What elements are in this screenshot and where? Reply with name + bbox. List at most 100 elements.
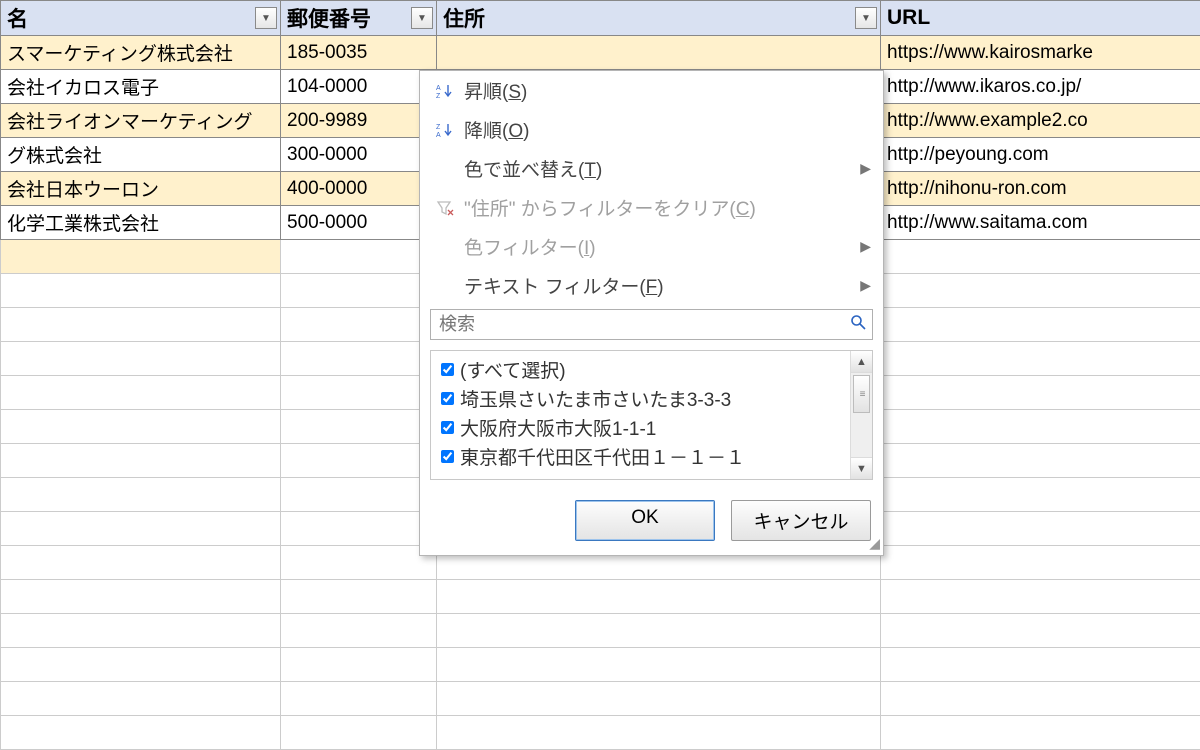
cancel-button[interactable]: キャンセル (731, 500, 871, 541)
cell-url[interactable]: http://nihonu-ron.com (881, 172, 1200, 206)
empty-cell[interactable] (1, 478, 281, 512)
filter-search-box[interactable] (430, 309, 873, 340)
empty-cell[interactable] (281, 580, 437, 614)
cell-postal[interactable]: 500-0000 (281, 206, 437, 240)
empty-cell[interactable] (281, 274, 437, 308)
empty-cell[interactable] (281, 682, 437, 716)
cell-postal[interactable]: 185-0035 (281, 36, 437, 70)
checkbox-label: 東京都千代田区千代田１－１－１ (460, 443, 745, 470)
cell-url[interactable]: http://www.ikaros.co.jp/ (881, 70, 1200, 104)
scroll-up-icon[interactable]: ▲ (851, 351, 872, 373)
cell-name[interactable]: スマーケティング株式会社 (1, 36, 281, 70)
filter-value-checkbox[interactable]: 大阪府大阪市大阪1-1-1 (437, 413, 844, 442)
empty-cell[interactable] (1, 410, 281, 444)
filter-button-postal[interactable]: ▼ (411, 7, 433, 29)
cell-postal[interactable]: 400-0000 (281, 172, 437, 206)
empty-cell[interactable] (281, 614, 437, 648)
filter-button-name[interactable]: ▼ (255, 7, 277, 29)
sort-by-color-item[interactable]: 色で並べ替え(T) ▶ (420, 149, 883, 188)
empty-cell[interactable] (281, 308, 437, 342)
empty-cell[interactable] (881, 342, 1200, 376)
empty-cell[interactable] (437, 614, 881, 648)
table-row[interactable]: スマーケティング株式会社185-0035 https://www.kairosma… (1, 36, 1200, 70)
empty-cell[interactable] (881, 410, 1200, 444)
empty-cell[interactable] (437, 648, 881, 682)
cell-url[interactable]: https://www.kairosmarke (881, 36, 1200, 70)
checkbox-label: 埼玉県さいたま市さいたま3-3-3 (460, 385, 731, 412)
empty-cell[interactable] (437, 716, 881, 750)
empty-cell[interactable] (881, 274, 1200, 308)
empty-cell[interactable] (281, 240, 437, 274)
filter-search-input[interactable] (437, 313, 850, 336)
empty-cell[interactable] (881, 546, 1200, 580)
empty-cell[interactable] (881, 308, 1200, 342)
empty-cell[interactable] (881, 376, 1200, 410)
cell-postal[interactable]: 300-0000 (281, 138, 437, 172)
empty-cell[interactable] (881, 648, 1200, 682)
empty-cell[interactable] (281, 648, 437, 682)
empty-cell[interactable] (281, 546, 437, 580)
cell-name[interactable]: 化学工業株式会社 (1, 206, 281, 240)
resize-grip-icon[interactable]: ◢ (866, 538, 880, 552)
ok-button[interactable]: OK (575, 500, 715, 541)
filter-values-scrollbar[interactable]: ▲ ≡ ▼ (850, 351, 872, 479)
empty-cell[interactable] (281, 444, 437, 478)
empty-cell[interactable] (1, 342, 281, 376)
filter-button-address[interactable]: ▼ (855, 7, 877, 29)
empty-cell[interactable] (281, 478, 437, 512)
checkbox[interactable] (441, 363, 454, 376)
cell-name[interactable]: 会社ライオンマーケティング (1, 104, 281, 138)
empty-cell[interactable] (881, 240, 1200, 274)
select-all-checkbox[interactable]: (すべて選択) (437, 355, 844, 384)
empty-cell[interactable] (881, 614, 1200, 648)
cell-url[interactable]: http://www.saitama.com (881, 206, 1200, 240)
cell-name[interactable]: 会社日本ウーロン (1, 172, 281, 206)
checkbox[interactable] (441, 392, 454, 405)
sort-ascending-item[interactable]: AZ 昇順(S) (420, 71, 883, 110)
cell-address[interactable] (437, 36, 881, 70)
empty-cell[interactable] (881, 682, 1200, 716)
cell-postal[interactable]: 200-9989 (281, 104, 437, 138)
empty-cell[interactable] (281, 342, 437, 376)
checkbox[interactable] (441, 421, 454, 434)
empty-cell[interactable] (1, 546, 281, 580)
empty-cell[interactable] (281, 716, 437, 750)
empty-cell[interactable] (437, 580, 881, 614)
cell-url[interactable]: http://peyoung.com (881, 138, 1200, 172)
cell-name[interactable]: グ株式会社 (1, 138, 281, 172)
empty-cell[interactable] (281, 512, 437, 546)
empty-cell[interactable] (1, 648, 281, 682)
empty-cell[interactable] (881, 512, 1200, 546)
empty-cell[interactable] (281, 410, 437, 444)
cell-postal[interactable]: 104-0000 (281, 70, 437, 104)
sort-desc-icon: ZA (432, 122, 458, 138)
empty-cell[interactable] (1, 308, 281, 342)
empty-cell[interactable] (1, 444, 281, 478)
empty-cell[interactable] (281, 376, 437, 410)
text-filter-item[interactable]: テキスト フィルター(F) ▶ (420, 266, 883, 305)
empty-cell[interactable] (1, 376, 281, 410)
scroll-down-icon[interactable]: ▼ (851, 457, 872, 479)
empty-cell[interactable] (881, 444, 1200, 478)
empty-cell[interactable] (1, 716, 281, 750)
scroll-thumb[interactable]: ≡ (853, 375, 870, 413)
scroll-track[interactable] (851, 415, 872, 457)
empty-cell[interactable] (1, 614, 281, 648)
empty-cell[interactable] (1, 274, 281, 308)
empty-cell[interactable] (881, 716, 1200, 750)
sort-desc-label: 降順(O) (464, 116, 871, 143)
empty-cell[interactable] (1, 512, 281, 546)
empty-cell[interactable] (1, 240, 281, 274)
empty-cell[interactable] (1, 580, 281, 614)
cell-url[interactable]: http://www.example2.co (881, 104, 1200, 138)
empty-cell[interactable] (881, 478, 1200, 512)
cell-name[interactable]: 会社イカロス電子 (1, 70, 281, 104)
empty-cell[interactable] (1, 682, 281, 716)
checkbox[interactable] (441, 450, 454, 463)
empty-cell[interactable] (437, 682, 881, 716)
filter-value-checkbox[interactable]: 東京都千代田区千代田１－１－１ (437, 442, 844, 471)
chevron-right-icon: ▶ (852, 277, 871, 294)
filter-value-checkbox[interactable]: 埼玉県さいたま市さいたま3-3-3 (437, 384, 844, 413)
sort-descending-item[interactable]: ZA 降順(O) (420, 110, 883, 149)
empty-cell[interactable] (881, 580, 1200, 614)
